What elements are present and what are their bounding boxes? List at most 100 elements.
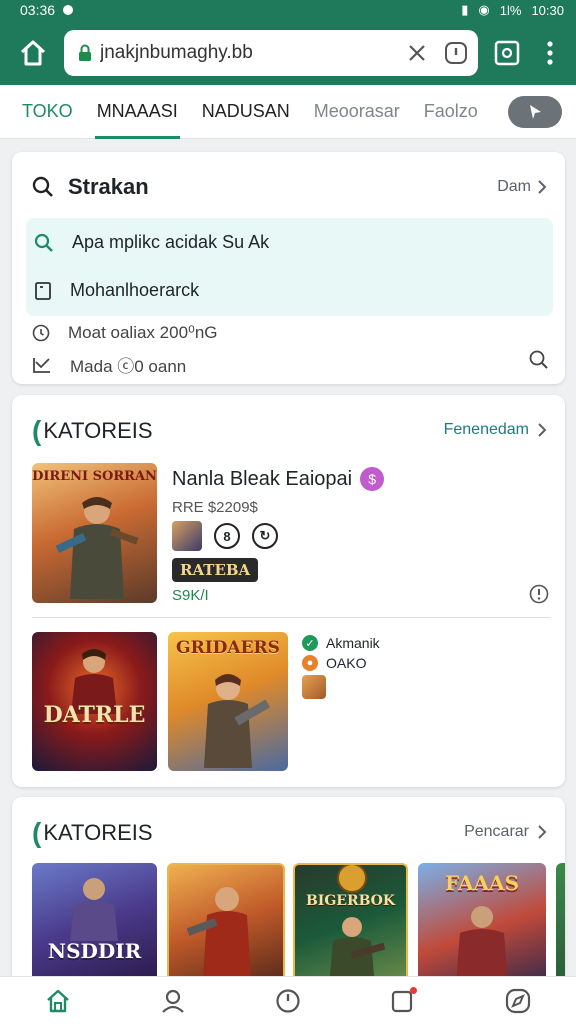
info-icon	[529, 584, 549, 604]
game-tile[interactable]	[167, 863, 285, 983]
menu-button[interactable]	[540, 33, 560, 73]
tab-meoorasar[interactable]: Meoorasar	[302, 85, 412, 139]
nav-explore-button[interactable]	[496, 979, 540, 1023]
url-text[interactable]: jnakjnbumaghy.bb	[100, 42, 408, 64]
suggestion-item[interactable]: Mohanlhoerarck	[34, 280, 199, 301]
nav-home-button[interactable]	[36, 979, 80, 1023]
character-illustration-icon	[187, 887, 251, 979]
character-illustration-icon	[55, 497, 139, 599]
category-more-label: Pencarar	[464, 823, 529, 840]
category-card: ( KATOREIS Pencarar NSDDIR BIGERBOK FAAA…	[12, 797, 565, 997]
character-illustration-icon	[456, 906, 508, 983]
dot-icon: ●	[302, 655, 318, 671]
tabs-icon	[494, 40, 520, 65]
verified-badge-icon: $	[360, 467, 385, 491]
check-icon: ✓	[302, 635, 318, 651]
character-illustration-icon	[329, 917, 386, 981]
character-illustration-icon	[70, 878, 118, 941]
category-more-link[interactable]: Pencarar	[464, 823, 547, 841]
featured-status: S9K/I	[172, 587, 209, 604]
status-item: ● OAKO	[302, 655, 380, 671]
nav-notifications-button[interactable]	[381, 979, 425, 1023]
profile-icon	[162, 989, 184, 1013]
notification-dot-icon	[63, 5, 74, 15]
tabs-scroll-button[interactable]	[508, 96, 562, 128]
game-tile[interactable]	[556, 863, 565, 983]
notification-badge	[410, 986, 418, 994]
info-button[interactable]	[529, 584, 549, 609]
game-tile[interactable]: NSDDIR	[32, 863, 157, 983]
recent-item[interactable]: Moat oaliax 200⁰nG	[32, 323, 218, 343]
search-icon	[34, 233, 53, 252]
category-more-link[interactable]: Fenenedam	[444, 421, 547, 439]
search-title: Strakan	[68, 174, 149, 199]
recent-text: Mada ⓒ0 oann	[70, 357, 187, 376]
address-bar[interactable]: jnakjnbumaghy.bb	[64, 29, 478, 76]
chevron-right-icon	[538, 180, 547, 194]
status-list: ✓ Akmanik ● OAKO	[302, 635, 380, 699]
tab-toko[interactable]: TOKO	[10, 85, 85, 139]
game-tile[interactable]: DATRLE	[32, 632, 157, 771]
status-text: OAKO	[326, 655, 367, 671]
clock-icon	[32, 324, 50, 342]
recent-text: Moat oaliax 200⁰nG	[68, 323, 218, 342]
coin-icon	[337, 865, 367, 893]
chevron-right-icon	[538, 825, 547, 839]
shield-icon[interactable]	[444, 41, 468, 65]
recent-item[interactable]: Mada ⓒ0 oann	[32, 352, 186, 377]
home-icon	[20, 40, 46, 65]
search-button[interactable]	[529, 350, 549, 375]
suggestion-item[interactable]: Apa mplikc acidak Su Ak	[34, 232, 269, 253]
trend-icon	[33, 357, 50, 373]
tile-title: BIGERBOK	[305, 893, 396, 909]
home-button[interactable]	[10, 30, 56, 76]
arrow-icon	[530, 105, 541, 119]
featured-price: RRE $2209$	[172, 499, 258, 516]
close-icon[interactable]	[408, 44, 426, 62]
category-title: ( KATOREIS	[32, 817, 153, 849]
mini-thumbnail[interactable]	[302, 675, 326, 699]
featured-tag: RATEBA	[172, 558, 259, 582]
chevron-right-icon	[538, 423, 547, 437]
suggestion-text: Apa mplikc acidak Su Ak	[72, 232, 270, 252]
bookmark-icon	[35, 281, 51, 300]
tab-switcher-button[interactable]	[492, 38, 522, 68]
battery-icon: ▮	[461, 2, 469, 17]
category-more-label: Fenenedam	[443, 421, 529, 438]
lock-icon	[79, 44, 91, 61]
browser-toolbar: jnakjnbumaghy.bb	[0, 20, 576, 85]
featured-game-title[interactable]: Nanla Bleak Eaiopai $	[172, 467, 385, 491]
featured-game-art[interactable]: DIRENI SORRAN	[32, 463, 157, 603]
game-tile[interactable]: FAAAS	[418, 863, 546, 983]
tab-faolzo[interactable]: Faolzo	[412, 85, 490, 139]
nav-history-button[interactable]	[266, 979, 310, 1023]
suggestion-text: Mohanlhoerarck	[70, 280, 200, 300]
category-title-text: KATOREIS	[43, 820, 153, 845]
search-icon	[529, 350, 548, 369]
category-card: ( KATOREIS Fenenedam DIRENI SORRAN Nanla…	[12, 395, 565, 787]
game-tile[interactable]: GRIDAERS	[168, 632, 288, 771]
game-tile[interactable]: BIGERBOK	[293, 863, 408, 983]
category-bracket-icon: (	[32, 415, 42, 446]
status-battery-text: 1l%	[499, 2, 522, 18]
tile-title: DATRLE	[43, 702, 146, 728]
status-bar: 03:36 ▮ ◉ 1l% 10:30	[0, 0, 576, 20]
tab-nadusan[interactable]: NADUSAN	[190, 85, 302, 139]
category-title: ( KATOREIS	[32, 415, 153, 447]
tile-title: NSDDIR	[47, 939, 142, 963]
character-illustration-icon	[204, 674, 271, 768]
status-clock-right: 10:30	[531, 2, 564, 18]
refresh-icon: ↻	[252, 523, 278, 549]
rating-icon: 8	[214, 523, 240, 549]
tab-mnaaasi[interactable]: MNAAASI	[85, 85, 190, 139]
art-title: DIRENI SORRAN	[32, 469, 157, 484]
more-vert-icon	[547, 40, 553, 65]
nav-profile-button[interactable]	[151, 979, 195, 1023]
status-time: 03:36	[20, 2, 56, 18]
search-icon	[32, 176, 53, 197]
status-text: Akmanik	[326, 635, 380, 651]
featured-title-text: Nanla Bleak Eaiopai	[172, 467, 353, 490]
search-more-link[interactable]: Dam	[497, 178, 547, 196]
category-tabs: TOKO MNAAASI NADUSAN Meoorasar Faolzo	[0, 85, 576, 139]
search-card: Strakan Dam Apa mplikc acidak Su Ak Moha…	[12, 152, 565, 384]
